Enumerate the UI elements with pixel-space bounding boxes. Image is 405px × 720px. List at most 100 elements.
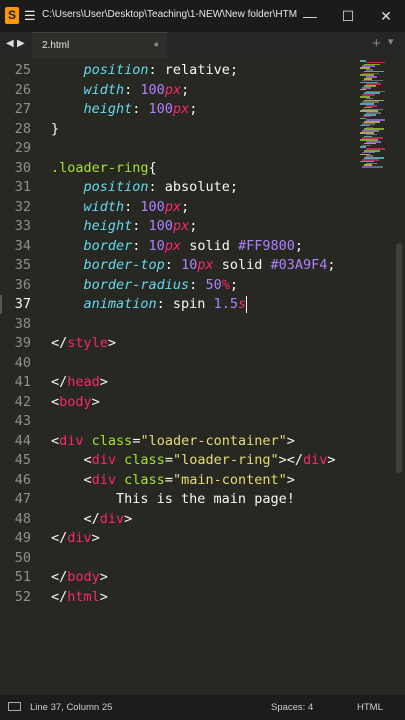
- code-token: :: [164, 257, 182, 273]
- code-token: }: [51, 120, 60, 137]
- code-line[interactable]: width: 100px;: [51, 81, 190, 101]
- code-line[interactable]: </head>: [51, 373, 108, 393]
- code-token: solid: [213, 257, 271, 273]
- code-token: {: [148, 159, 157, 176]
- code-token: <: [51, 393, 60, 410]
- code-line[interactable]: height: 100px;: [51, 217, 198, 237]
- code-token: >: [286, 471, 295, 488]
- code-token: >: [327, 452, 336, 468]
- code-token: div: [91, 471, 117, 488]
- tab-bar: ◀ ▶ 2.html ● + ▾: [0, 32, 405, 58]
- close-button[interactable]: ✕: [372, 6, 400, 26]
- code-token: >: [99, 374, 108, 390]
- tab-modified-dot-icon[interactable]: ●: [154, 39, 159, 49]
- code-line[interactable]: </div>: [51, 529, 100, 549]
- code-line[interactable]: position: absolute;: [51, 178, 238, 198]
- code-token: 100: [148, 218, 173, 234]
- code-token: <: [51, 471, 92, 488]
- code-line[interactable]: </style>: [51, 334, 116, 354]
- line-number: 35: [14, 257, 31, 273]
- line-number: 37: [14, 296, 31, 312]
- code-token: : spin: [156, 296, 214, 312]
- window-title: C:\Users\User\Desktop\Teaching\1-NEW\New…: [42, 9, 297, 20]
- code-token: ;: [294, 237, 304, 254]
- code-token: border-top: [51, 257, 165, 273]
- code-line[interactable]: border: 10px solid #FF9800;: [51, 237, 304, 257]
- line-number: 43: [14, 413, 31, 429]
- code-token: </: [51, 510, 100, 527]
- code-token: :: [132, 218, 149, 234]
- code-line[interactable]: <body>: [51, 393, 100, 413]
- code-token: body: [59, 393, 92, 410]
- code-token: >: [99, 588, 108, 605]
- sublime-app-icon[interactable]: S: [5, 7, 19, 24]
- tab-forward-arrow-icon[interactable]: ▶: [17, 38, 25, 49]
- code-token: >: [286, 432, 295, 449]
- cursor-position[interactable]: Line 37, Column 25: [30, 702, 112, 713]
- code-token: >: [107, 335, 117, 351]
- code-area[interactable]: position: relative; width: 100px; height…: [51, 58, 356, 695]
- code-line[interactable]: </html>: [51, 588, 108, 608]
- tab-list-dropdown-icon[interactable]: ▾: [388, 35, 394, 48]
- code-token: </: [51, 588, 68, 605]
- code-token: height: [51, 218, 133, 234]
- code-token: </: [51, 569, 68, 585]
- code-token: </: [51, 335, 68, 351]
- code-token: class: [124, 452, 165, 468]
- code-token: ;: [229, 276, 238, 293]
- code-line[interactable]: </body>: [51, 568, 108, 588]
- code-line[interactable]: </div>: [51, 510, 133, 530]
- code-line[interactable]: .loader-ring{: [51, 159, 157, 179]
- line-number: 45: [14, 452, 31, 468]
- code-editor[interactable]: 25 26 27 28 29 30 31 32 33 34 35 36 37 38 39 40 41 42 43 44…: [0, 58, 405, 695]
- indentation-setting[interactable]: Spaces: 4: [271, 702, 313, 713]
- code-line[interactable]: <div class="main-content">: [51, 471, 295, 491]
- line-number-gutter: 25 26 27 28 29 30 31 32 33 34 35 36 37 38 39 40 41 42 43 44…: [0, 58, 40, 695]
- code-token: animation: [51, 296, 157, 312]
- code-token: <: [51, 452, 92, 468]
- syntax-selector[interactable]: HTML: [357, 702, 383, 713]
- code-token: "main-content": [172, 471, 287, 488]
- code-token: >: [99, 569, 108, 585]
- code-token: style: [67, 335, 108, 351]
- code-line[interactable]: <div class="loader-ring"></div>: [51, 451, 336, 471]
- line-number: 42: [14, 393, 31, 410]
- vertical-scrollbar[interactable]: [396, 243, 402, 473]
- code-line[interactable]: width: 100px;: [51, 198, 190, 218]
- code-token: #FF9800: [237, 237, 295, 254]
- code-token: #03A9F4: [270, 257, 328, 273]
- code-token: 100: [140, 81, 165, 98]
- tab-2-html[interactable]: 2.html ●: [32, 32, 167, 58]
- active-line-marker: [0, 295, 2, 314]
- code-token: ;: [189, 101, 198, 117]
- code-line[interactable]: position: relative;: [51, 61, 238, 81]
- code-line[interactable]: }: [51, 120, 59, 140]
- panel-toggle-icon[interactable]: [8, 702, 21, 711]
- maximize-button[interactable]: ☐: [334, 6, 362, 26]
- code-line[interactable]: This is the main page!: [51, 490, 295, 510]
- code-token: : relative;: [148, 62, 238, 78]
- code-token: :: [132, 237, 149, 254]
- code-line[interactable]: animation: spin 1.5s: [51, 295, 247, 315]
- code-token: =: [164, 452, 173, 468]
- code-line[interactable]: border-radius: 50%;: [51, 276, 238, 296]
- code-line[interactable]: border-top: 10px solid #03A9F4;: [51, 256, 336, 276]
- line-number: 33: [14, 218, 31, 234]
- tab-back-arrow-icon[interactable]: ◀: [6, 38, 14, 49]
- code-token: >: [91, 393, 100, 410]
- minimap[interactable]: [360, 60, 392, 170]
- new-tab-plus-icon[interactable]: +: [372, 35, 381, 52]
- code-token: div: [59, 432, 84, 449]
- hamburger-menu-icon[interactable]: ☰: [24, 9, 36, 23]
- line-number: 29: [14, 140, 31, 156]
- code-token: solid: [181, 237, 238, 254]
- code-token: >: [124, 510, 133, 527]
- line-number: 51: [14, 569, 31, 585]
- code-line[interactable]: <div class="loader-container">: [51, 432, 295, 452]
- code-token: :: [124, 198, 141, 215]
- minimize-button[interactable]: —: [296, 6, 324, 26]
- code-line[interactable]: height: 100px;: [51, 100, 198, 120]
- line-number: 49: [14, 530, 31, 546]
- line-number: 39: [14, 335, 31, 351]
- line-number: 52: [14, 588, 31, 605]
